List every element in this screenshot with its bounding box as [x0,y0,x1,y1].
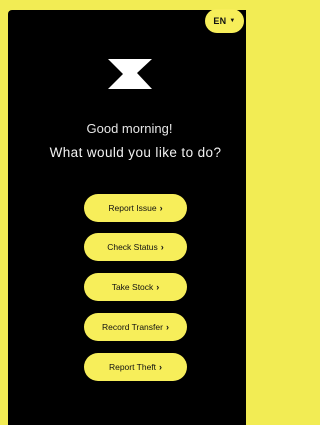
take-stock-button[interactable]: Take Stock › [84,273,187,301]
greeting-text: Good morning! [86,121,173,136]
brand-z-logo-icon [108,59,152,89]
caret-down-icon: ▼ [229,18,236,24]
chevron-right-icon: › [165,321,169,332]
question-text: What would you like to do? [49,145,222,160]
button-label: Check Status [107,242,158,252]
chevron-right-icon: › [159,361,163,372]
chevron-right-icon: › [159,202,163,213]
check-status-button[interactable]: Check Status › [84,233,187,261]
report-theft-button[interactable]: Report Theft › [84,353,187,381]
button-label: Report Issue [108,203,157,213]
chevron-right-icon: › [156,281,160,292]
chevron-right-icon: › [160,241,164,252]
button-label: Take Stock [111,282,154,292]
button-label: Record Transfer [102,322,163,332]
report-issue-button[interactable]: Report Issue › [84,194,187,222]
button-label: Report Theft [108,362,157,372]
language-selector[interactable]: EN ▼ [205,9,244,33]
record-transfer-button[interactable]: Record Transfer › [84,313,187,341]
language-label: EN [213,16,227,26]
